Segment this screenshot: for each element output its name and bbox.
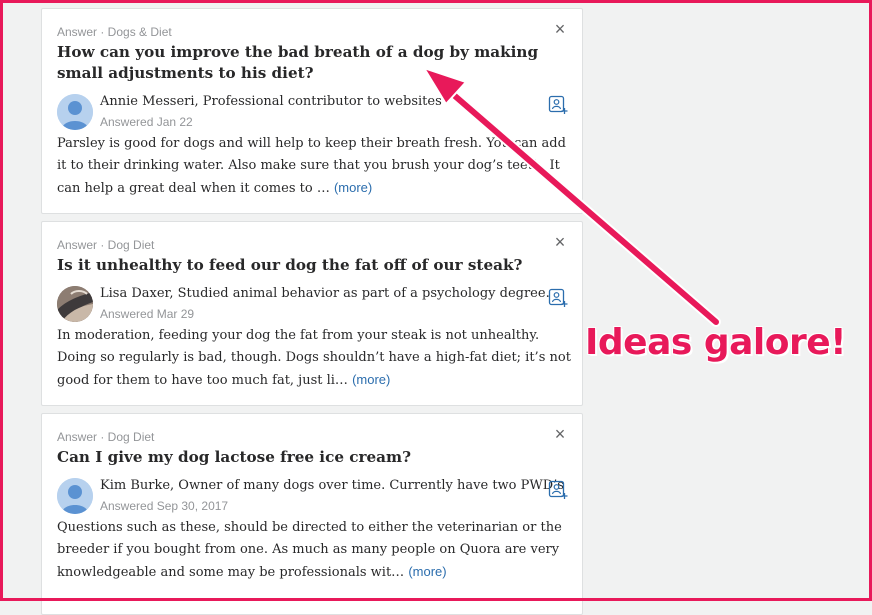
answer-text: Parsley is good for dogs and will help t… [57, 136, 566, 196]
more-link[interactable]: (more) [352, 372, 390, 387]
annotation-text: Ideas galore! [585, 322, 847, 363]
follow-user-icon[interactable] [548, 288, 568, 308]
answer-preview: Questions such as these, should be direc… [57, 517, 572, 584]
avatar[interactable] [57, 286, 93, 322]
answer-date[interactable]: Answered Sep 30, 2017 [100, 499, 228, 513]
close-icon[interactable]: × [552, 425, 568, 443]
question-title[interactable]: How can you improve the bad breath of a … [57, 42, 567, 84]
answer-date[interactable]: Answered Jan 22 [100, 115, 193, 129]
card-meta: Answer · Dog Diet [57, 430, 155, 444]
answer-text: Questions such as these, should be direc… [57, 520, 562, 580]
question-title[interactable]: Is it unhealthy to feed our dog the fat … [57, 255, 567, 276]
avatar[interactable] [57, 478, 93, 514]
answer-card: Answer · Dog Diet × Can I give my dog la… [41, 413, 583, 615]
more-link[interactable]: (more) [408, 564, 446, 579]
answer-preview: Parsley is good for dogs and will help t… [57, 133, 572, 200]
answer-preview: In moderation, feeding your dog the fat … [57, 325, 572, 392]
author-credential[interactable]: Kim Burke, Owner of many dogs over time.… [100, 478, 564, 493]
card-meta: Answer · Dogs & Diet [57, 25, 172, 39]
follow-user-icon[interactable] [548, 480, 568, 500]
author-credential[interactable]: Lisa Daxer, Studied animal behavior as p… [100, 286, 550, 301]
card-meta: Answer · Dog Diet [57, 238, 155, 252]
more-link[interactable]: (more) [334, 180, 372, 195]
answer-text: In moderation, feeding your dog the fat … [57, 328, 571, 388]
avatar[interactable] [57, 94, 93, 130]
close-icon[interactable]: × [552, 233, 568, 251]
close-icon[interactable]: × [552, 20, 568, 38]
answer-date[interactable]: Answered Mar 29 [100, 307, 194, 321]
question-title[interactable]: Can I give my dog lactose free ice cream… [57, 447, 567, 468]
author-credential[interactable]: Annie Messeri, Professional contributor … [100, 94, 442, 109]
answer-card: Answer · Dog Diet × Is it unhealthy to f… [41, 221, 583, 406]
follow-user-icon[interactable] [548, 95, 568, 115]
answer-card: Answer · Dogs & Diet × How can you impro… [41, 8, 583, 214]
